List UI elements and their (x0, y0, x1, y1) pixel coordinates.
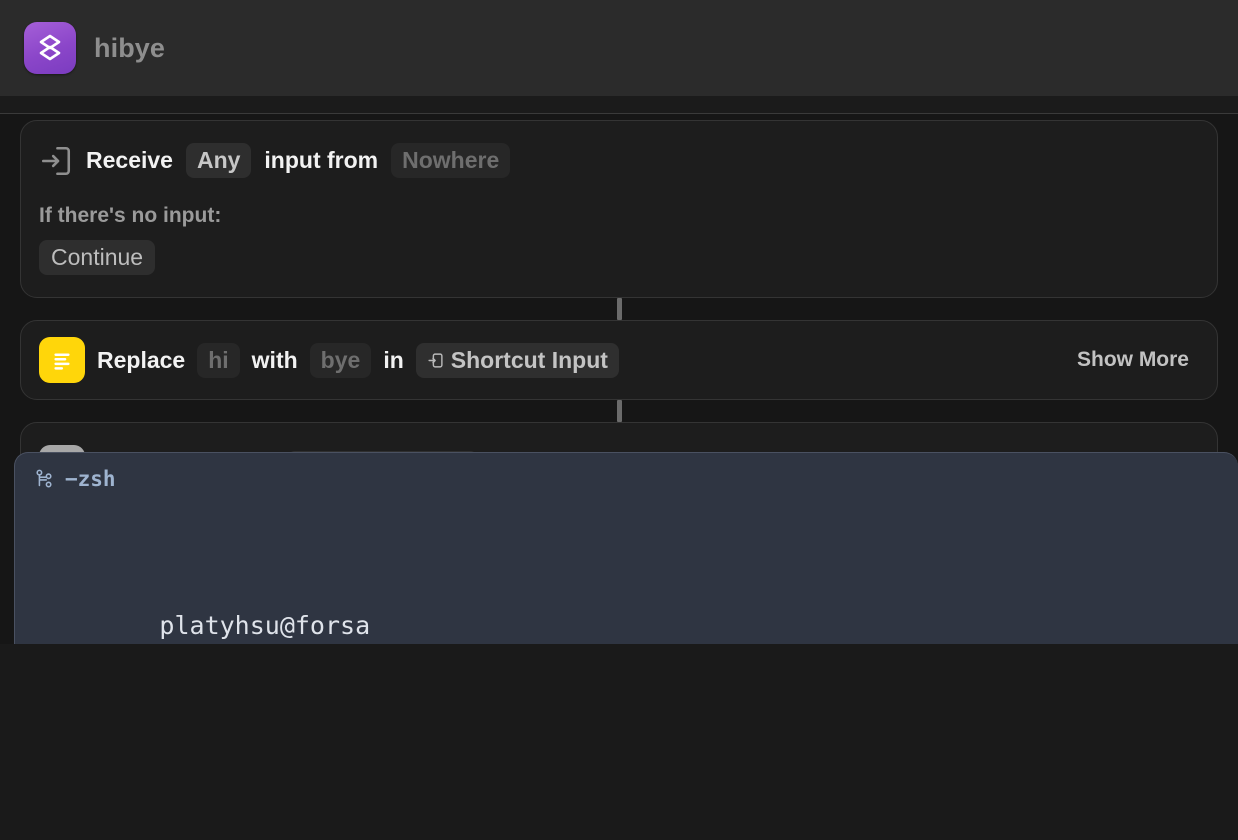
terminal-line-command: platyhsu@forsa ~> echo "hi" | shortcuts … (39, 575, 1220, 644)
replace-target-token[interactable]: Shortcut Input (415, 342, 619, 378)
terminal-output[interactable]: platyhsu@forsa ~> echo "hi" | shortcuts … (15, 499, 1238, 644)
text-lines-icon (39, 337, 85, 383)
action-connector-2 (616, 400, 622, 422)
replace-target-label: Shortcut Input (450, 346, 608, 373)
action-card-receive-input[interactable]: Receive Any input from Nowhere If there'… (20, 120, 1218, 298)
replace-with-token[interactable]: bye (309, 342, 372, 378)
shortcuts-app-icon (24, 22, 76, 74)
replace-mid-word: with (251, 346, 298, 373)
show-more-button[interactable]: Show More (1077, 348, 1197, 372)
terminal-tab[interactable]: −zsh (15, 467, 1238, 499)
replace-find-token[interactable]: hi (197, 342, 240, 378)
input-source-token[interactable]: Nowhere (391, 143, 511, 178)
no-input-label: If there's no input: (39, 204, 222, 227)
workflow-canvas: Receive Any input from Nowhere If there'… (0, 114, 1238, 644)
input-type-token[interactable]: Any (185, 143, 252, 178)
replace-tail-word: in (383, 346, 404, 373)
branch-icon (36, 469, 52, 488)
no-input-choice[interactable]: Continue (39, 240, 156, 275)
shortcut-input-icon (428, 352, 443, 368)
terminal-panel[interactable]: −zsh platyhsu@forsa ~> echo "hi" | short… (14, 452, 1238, 644)
input-arrow-icon (41, 146, 71, 175)
receive-mid-words: input from (264, 147, 379, 173)
text-lines-glyph (54, 353, 70, 370)
header-divider (0, 96, 1238, 114)
page-title: hibye (94, 32, 166, 63)
terminal-tab-title: −zsh (65, 467, 116, 491)
action-card-replace-text[interactable]: Replace hi with bye in Shortcut Input Sh… (20, 320, 1218, 400)
replace-lead-word: Replace (97, 346, 186, 373)
layers-glyph (39, 34, 61, 61)
window-titlebar: hibye (0, 0, 1238, 96)
terminal-prompt-user: platyhsu@forsa (159, 611, 371, 640)
action-connector-1 (616, 298, 622, 320)
receive-lead-word: Receive (86, 147, 173, 173)
